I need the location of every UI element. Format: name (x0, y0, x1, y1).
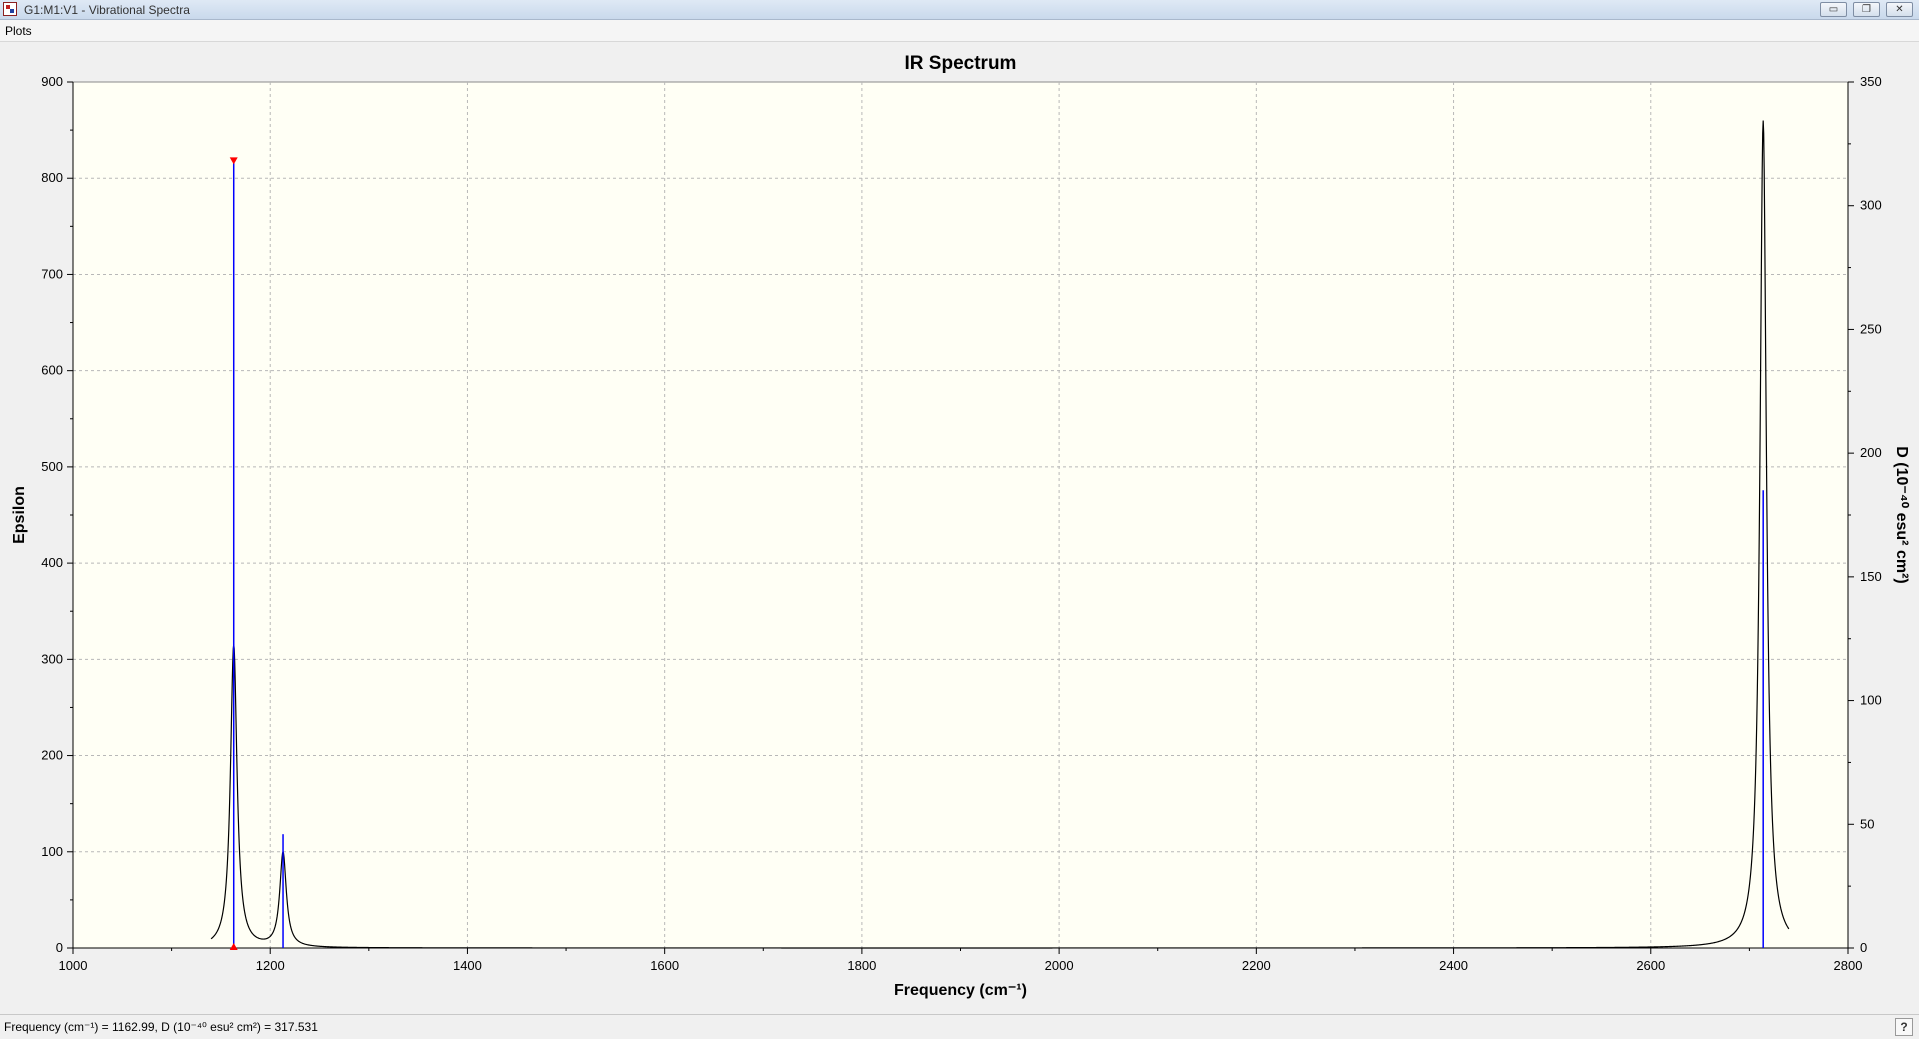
y-tick-label: 700 (41, 266, 63, 281)
y2-tick-label: 100 (1860, 693, 1882, 708)
x-tick-label: 2600 (1636, 958, 1665, 973)
x-tick-label: 1000 (59, 958, 88, 973)
chart-title: IR Spectrum (905, 53, 1017, 74)
menu-plots[interactable]: Plots (5, 24, 32, 38)
y-tick-label: 500 (41, 459, 63, 474)
x-tick-label: 1800 (847, 958, 876, 973)
y-tick-label: 600 (41, 363, 63, 378)
x-tick-label: 1600 (650, 958, 679, 973)
y-tick-label: 300 (41, 651, 63, 666)
restore-button[interactable]: ❐ (1853, 2, 1880, 17)
y-tick-label: 900 (41, 74, 63, 89)
x-tick-label: 2200 (1242, 958, 1271, 973)
window-titlebar: G1:M1:V1 - Vibrational Spectra ▭ ❐ ✕ (0, 0, 1919, 20)
x-tick-label: 1400 (453, 958, 482, 973)
y2-tick-label: 150 (1860, 569, 1882, 584)
x-tick-label: 2000 (1045, 958, 1074, 973)
x-tick-label: 2800 (1834, 958, 1863, 973)
y-tick-label: 100 (41, 844, 63, 859)
y2-tick-label: 300 (1860, 198, 1882, 213)
y-tick-label: 0 (56, 940, 63, 955)
plot-background (72, 81, 1849, 949)
app-icon (3, 2, 17, 16)
x-tick-label: 1200 (256, 958, 285, 973)
y2-tick-label: 350 (1860, 74, 1882, 89)
window-title: G1:M1:V1 - Vibrational Spectra (24, 3, 190, 17)
ir-spectrum-chart[interactable]: 1000 1200 1400 1600 1800 2000 2200 2400 2600 2800… (0, 42, 1919, 1012)
chart-area: 1000 1200 1400 1600 1800 2000 2200 2400 2600 2800… (0, 42, 1919, 1012)
y-tick-label: 200 (41, 748, 63, 763)
y-axis-label: Epsilon (11, 486, 28, 544)
y2-tick-label: 0 (1860, 940, 1867, 955)
x-axis-label: Frequency (cm⁻¹) (894, 982, 1027, 999)
y2-tick-label: 50 (1860, 816, 1874, 831)
close-button[interactable]: ✕ (1886, 2, 1913, 17)
minimize-button[interactable]: ▭ (1820, 2, 1847, 17)
frequency-readout: Frequency (cm⁻¹) = 1162.99, D (10⁻⁴⁰ esu… (4, 1020, 318, 1034)
x-tick-label: 2400 (1439, 958, 1468, 973)
status-bar: Frequency (cm⁻¹) = 1162.99, D (10⁻⁴⁰ esu… (0, 1014, 1919, 1039)
y-tick-label: 800 (41, 170, 63, 185)
y2-axis-label: D (10⁻⁴⁰ esu² cm²) (1893, 446, 1910, 583)
y2-tick-label: 200 (1860, 445, 1882, 460)
help-icon[interactable]: ? (1895, 1018, 1913, 1036)
y2-tick-label: 250 (1860, 321, 1882, 336)
y-tick-label: 400 (41, 555, 63, 570)
menubar: Plots (0, 20, 1919, 42)
